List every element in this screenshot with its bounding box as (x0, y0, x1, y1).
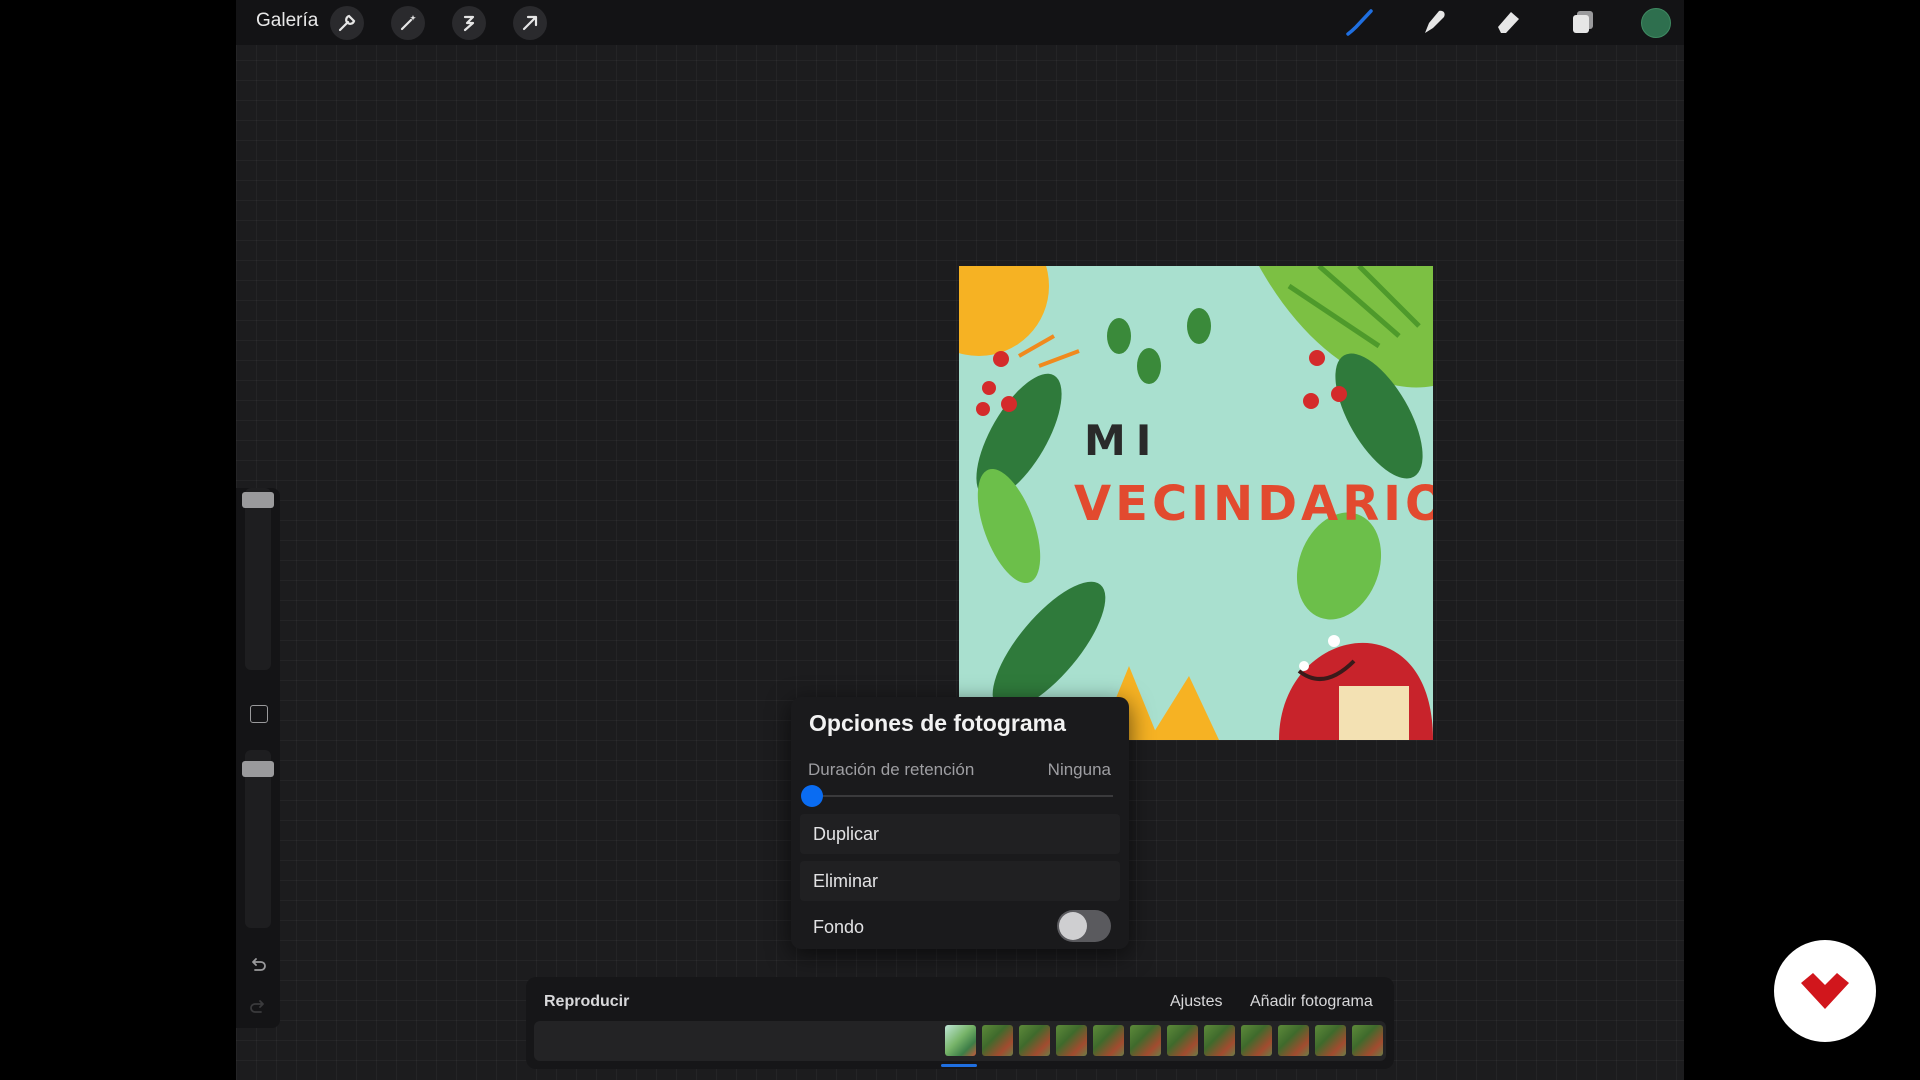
brush-size-slider[interactable] (245, 488, 271, 670)
brand-logo (1774, 940, 1876, 1042)
timeline-frame-10[interactable] (1278, 1025, 1309, 1056)
smudge-icon[interactable] (1415, 4, 1453, 40)
duplicate-label: Duplicar (813, 823, 880, 844)
timeline-frame-5[interactable] (1093, 1025, 1124, 1056)
hold-duration-value: Ninguna (1047, 760, 1111, 779)
timeline-frame-4[interactable] (1056, 1025, 1087, 1056)
popover-title: Opciones de fotograma (809, 710, 1066, 736)
add-frame-button[interactable]: Añadir fotograma (1250, 993, 1373, 1011)
timeline-frame-7[interactable] (1167, 1025, 1198, 1056)
play-button[interactable]: Reproducir (544, 993, 629, 1011)
artwork-title-line1: MI (1084, 416, 1162, 465)
top-toolbar: Galería (236, 0, 1684, 45)
wrench-icon[interactable] (330, 6, 364, 40)
timeline-settings-button[interactable]: Ajustes (1170, 993, 1222, 1011)
eraser-icon[interactable] (1489, 4, 1527, 40)
brush-icon[interactable] (1341, 4, 1379, 40)
delete-label: Eliminar (813, 870, 879, 891)
undo-icon[interactable] (246, 954, 270, 978)
timeline-frame-6[interactable] (1130, 1025, 1161, 1056)
hold-duration-slider-thumb[interactable] (801, 785, 823, 807)
duplicate-button[interactable]: Duplicar (800, 814, 1120, 854)
timeline-frame-3[interactable] (1019, 1025, 1050, 1056)
timeline-frame-1[interactable] (945, 1025, 976, 1056)
hold-duration-track[interactable] (811, 795, 1113, 797)
transform-arrow-icon[interactable] (513, 6, 547, 40)
animation-timeline: Reproducir Ajustes Añadir fotograma (526, 977, 1394, 1069)
selected-frame-indicator (941, 1064, 977, 1067)
canvas-artwork[interactable]: MI VECINDARIO (959, 266, 1433, 740)
timeline-frame-11[interactable] (1315, 1025, 1346, 1056)
selection-icon[interactable] (452, 6, 486, 40)
toggle-knob (1059, 912, 1087, 940)
gallery-button[interactable]: Galería (256, 10, 318, 32)
layers-icon[interactable] (1564, 4, 1602, 40)
color-picker-button[interactable] (1641, 8, 1671, 38)
timeline-frame-12[interactable] (1352, 1025, 1383, 1056)
opacity-thumb[interactable] (242, 761, 274, 777)
timeline-frame-2[interactable] (982, 1025, 1013, 1056)
magic-wand-icon[interactable] (391, 6, 425, 40)
timeline-frame-8[interactable] (1204, 1025, 1235, 1056)
background-toggle[interactable] (1057, 910, 1111, 942)
redo-icon[interactable] (246, 996, 270, 1020)
hold-duration-label: Duración de retención (808, 760, 975, 779)
brush-size-thumb[interactable] (242, 492, 274, 508)
sidebar (236, 488, 280, 1028)
brand-logo-icon (1801, 973, 1849, 1009)
frame-options-popover: Opciones de fotograma Duración de retenc… (791, 697, 1129, 949)
timeline-frame-9[interactable] (1241, 1025, 1272, 1056)
background-label: Fondo (813, 916, 865, 937)
artwork-title-line2: VECINDARIO (1074, 476, 1433, 532)
delete-button[interactable]: Eliminar (800, 861, 1120, 901)
procreate-app: Galería MI VECINDARIO Opciones de fotogr… (236, 0, 1684, 1080)
eyedropper-square-button[interactable] (250, 705, 268, 723)
